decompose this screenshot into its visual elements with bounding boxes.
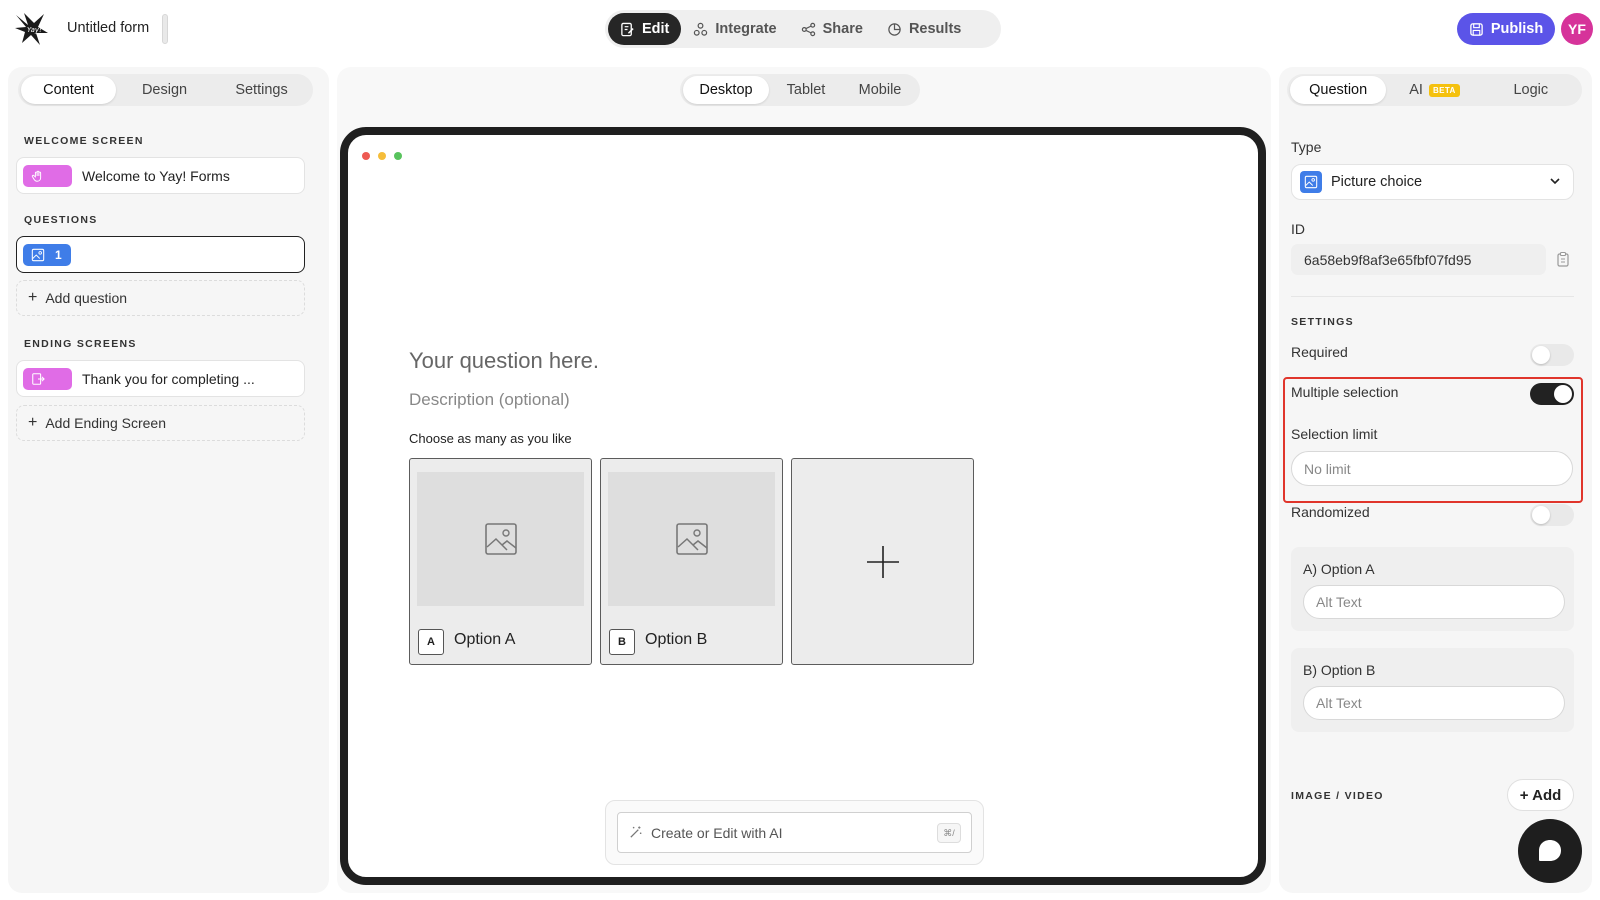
publish-button[interactable]: Publish	[1457, 13, 1555, 45]
choice-image-placeholder[interactable]	[417, 472, 584, 606]
option-b-alt-text-input[interactable]: Alt Text	[1303, 686, 1565, 720]
form-title[interactable]: Untitled form	[67, 20, 149, 36]
tab-settings[interactable]: Settings	[213, 76, 310, 104]
picture-choice-icon	[31, 248, 45, 261]
multiple-selection-toggle[interactable]	[1530, 383, 1574, 405]
welcome-screen-item[interactable]: Welcome to Yay! Forms	[16, 157, 305, 194]
ending-screen-item[interactable]: Thank you for completing ...	[16, 360, 305, 397]
results-icon	[888, 22, 901, 36]
id-label: ID	[1291, 221, 1305, 237]
window-dots	[362, 152, 402, 160]
question-item-1[interactable]: 1	[16, 236, 305, 273]
required-label: Required	[1291, 344, 1348, 360]
add-choice-button[interactable]	[791, 458, 974, 665]
divider	[1291, 296, 1574, 297]
question-title[interactable]: Your question here.	[409, 348, 599, 374]
selection-limit-label: Selection limit	[1291, 426, 1378, 442]
question-type-select[interactable]: Picture choice	[1291, 164, 1574, 200]
ending-screen-label: Thank you for completing ...	[82, 370, 255, 387]
add-ending-screen-button[interactable]: + Add Ending Screen	[16, 405, 305, 441]
randomized-label: Randomized	[1291, 504, 1370, 520]
svg-text:Yay!: Yay!	[27, 26, 42, 34]
type-label: Type	[1291, 139, 1322, 155]
welcome-screen-label: Welcome to Yay! Forms	[82, 167, 230, 184]
option-a-label: A) Option A	[1303, 561, 1375, 577]
tab-mobile[interactable]: Mobile	[843, 76, 917, 104]
question-id-field[interactable]: 6a58eb9f8af3e65fbf07fd95	[1291, 244, 1546, 275]
option-b-label: B) Option B	[1303, 662, 1376, 678]
question-description[interactable]: Description (optional)	[409, 390, 570, 410]
plus-icon	[866, 545, 899, 578]
ai-command-input[interactable]: Create or Edit with AI ⌘/	[617, 812, 972, 853]
chat-support-button[interactable]	[1518, 819, 1582, 883]
edit-icon	[621, 22, 634, 36]
image-placeholder-icon	[675, 523, 708, 555]
choice-label-b[interactable]: Option B	[645, 631, 707, 649]
ending-screens-heading: ENDING SCREENS	[24, 338, 137, 350]
yay-forms-logo[interactable]: Yay!	[14, 11, 50, 47]
left-panel-tabs: Content Design Settings	[18, 74, 313, 106]
choice-option-b[interactable]: B Option B	[600, 458, 783, 665]
main-nav: Edit Integrate Share Results	[605, 10, 1001, 48]
share-icon	[801, 22, 815, 36]
keyboard-shortcut-badge: ⌘/	[937, 823, 961, 843]
choice-key-b: B	[609, 629, 635, 655]
choice-key-a: A	[418, 629, 444, 655]
close-dot	[362, 152, 370, 160]
integrate-icon	[694, 22, 708, 36]
ai-command-bar: Create or Edit with AI ⌘/	[605, 800, 984, 865]
settings-heading: SETTINGS	[1291, 316, 1354, 328]
choice-label-a[interactable]: Option A	[454, 631, 515, 649]
choice-image-placeholder[interactable]	[608, 472, 775, 606]
minimize-dot	[378, 152, 386, 160]
plus-icon: +	[28, 289, 38, 306]
plus-icon: +	[28, 414, 38, 431]
tab-desktop[interactable]: Desktop	[683, 76, 769, 104]
question-number: 1	[55, 247, 62, 262]
image-video-heading: IMAGE / VIDEO	[1291, 790, 1384, 802]
questions-heading: QUESTIONS	[24, 214, 98, 226]
nav-results[interactable]: Results	[875, 13, 973, 45]
copy-icon[interactable]	[1555, 251, 1571, 267]
nav-edit[interactable]: Edit	[608, 13, 682, 45]
title-edit-caret[interactable]	[162, 14, 168, 44]
tab-question[interactable]: Question	[1290, 76, 1387, 104]
selection-hint: Choose as many as you like	[409, 431, 572, 446]
publish-icon	[1470, 22, 1483, 36]
picture-choice-icon	[1304, 175, 1318, 189]
randomized-toggle[interactable]	[1530, 504, 1574, 526]
nav-integrate[interactable]: Integrate	[681, 13, 788, 45]
magic-wand-icon	[630, 826, 642, 838]
tab-logic[interactable]: Logic	[1483, 76, 1579, 104]
exit-door-icon	[32, 372, 45, 385]
question-type-value: Picture choice	[1331, 174, 1423, 190]
welcome-screen-heading: WELCOME SCREEN	[24, 135, 144, 147]
beta-badge: BETA	[1428, 83, 1460, 97]
user-avatar[interactable]: YF	[1561, 13, 1593, 45]
top-bar: Yay! Untitled form Edit Integrate Share …	[0, 0, 1600, 58]
nav-share[interactable]: Share	[789, 13, 875, 45]
tab-ai[interactable]: AI BETA	[1386, 76, 1482, 104]
selection-limit-input[interactable]: No limit	[1291, 451, 1573, 486]
chat-bubble-icon	[1539, 840, 1561, 861]
option-a-alt-text-input[interactable]: Alt Text	[1303, 585, 1565, 619]
required-toggle[interactable]	[1530, 344, 1574, 366]
hand-wave-icon	[31, 170, 42, 182]
chevron-down-icon	[1550, 178, 1560, 185]
device-tabs: Desktop Tablet Mobile	[680, 74, 920, 106]
tab-design[interactable]: Design	[116, 76, 213, 104]
tab-tablet[interactable]: Tablet	[769, 76, 843, 104]
tab-content[interactable]: Content	[21, 76, 117, 104]
image-placeholder-icon	[484, 523, 517, 555]
add-media-button[interactable]: + Add	[1507, 779, 1574, 811]
add-question-button[interactable]: + Add question	[16, 280, 305, 316]
choice-option-a[interactable]: A Option A	[409, 458, 592, 665]
properties-tabs: Question AI BETA Logic	[1287, 74, 1582, 106]
maximize-dot	[394, 152, 402, 160]
multiple-selection-label: Multiple selection	[1291, 384, 1399, 400]
